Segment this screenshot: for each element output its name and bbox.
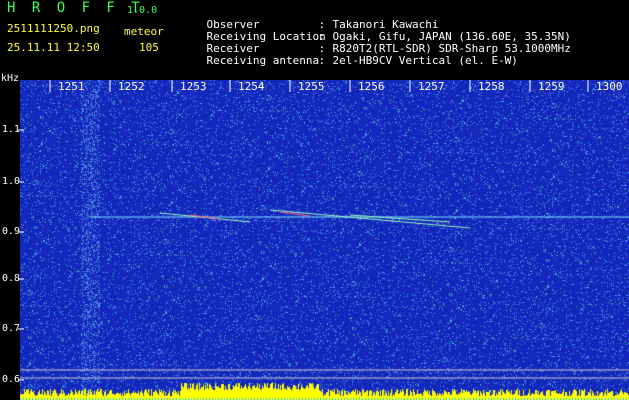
axis-unit: kHz	[1, 73, 20, 84]
time-tick-label: 1259	[538, 80, 565, 93]
time-tick-label: 1300	[596, 80, 623, 93]
hroft-window: H R O F F T 1.0.0 2511111250.png meteor …	[0, 0, 629, 400]
time-tick-label: 1258	[478, 80, 505, 93]
time-tick-label: 1256	[358, 80, 385, 93]
time-tick-label: 1253	[180, 80, 207, 93]
time-tick-label: 1257	[418, 80, 445, 93]
time-tick-label: 1254	[238, 80, 265, 93]
freq-tick-label: 0.7	[2, 323, 21, 334]
time-tick-label: 1252	[118, 80, 145, 93]
time-tick-label: 1255	[298, 80, 325, 93]
time-tick-label: 1251	[58, 80, 85, 93]
spectrogram-overlay	[18, 80, 589, 381]
freq-tick-label: 0.9	[2, 226, 21, 237]
freq-tick-label: 0.8	[2, 273, 21, 284]
freq-tick-label: 1.1	[2, 124, 21, 135]
freq-tick-label: 1.0	[2, 176, 21, 187]
freq-tick-label: 0.6	[2, 374, 21, 385]
